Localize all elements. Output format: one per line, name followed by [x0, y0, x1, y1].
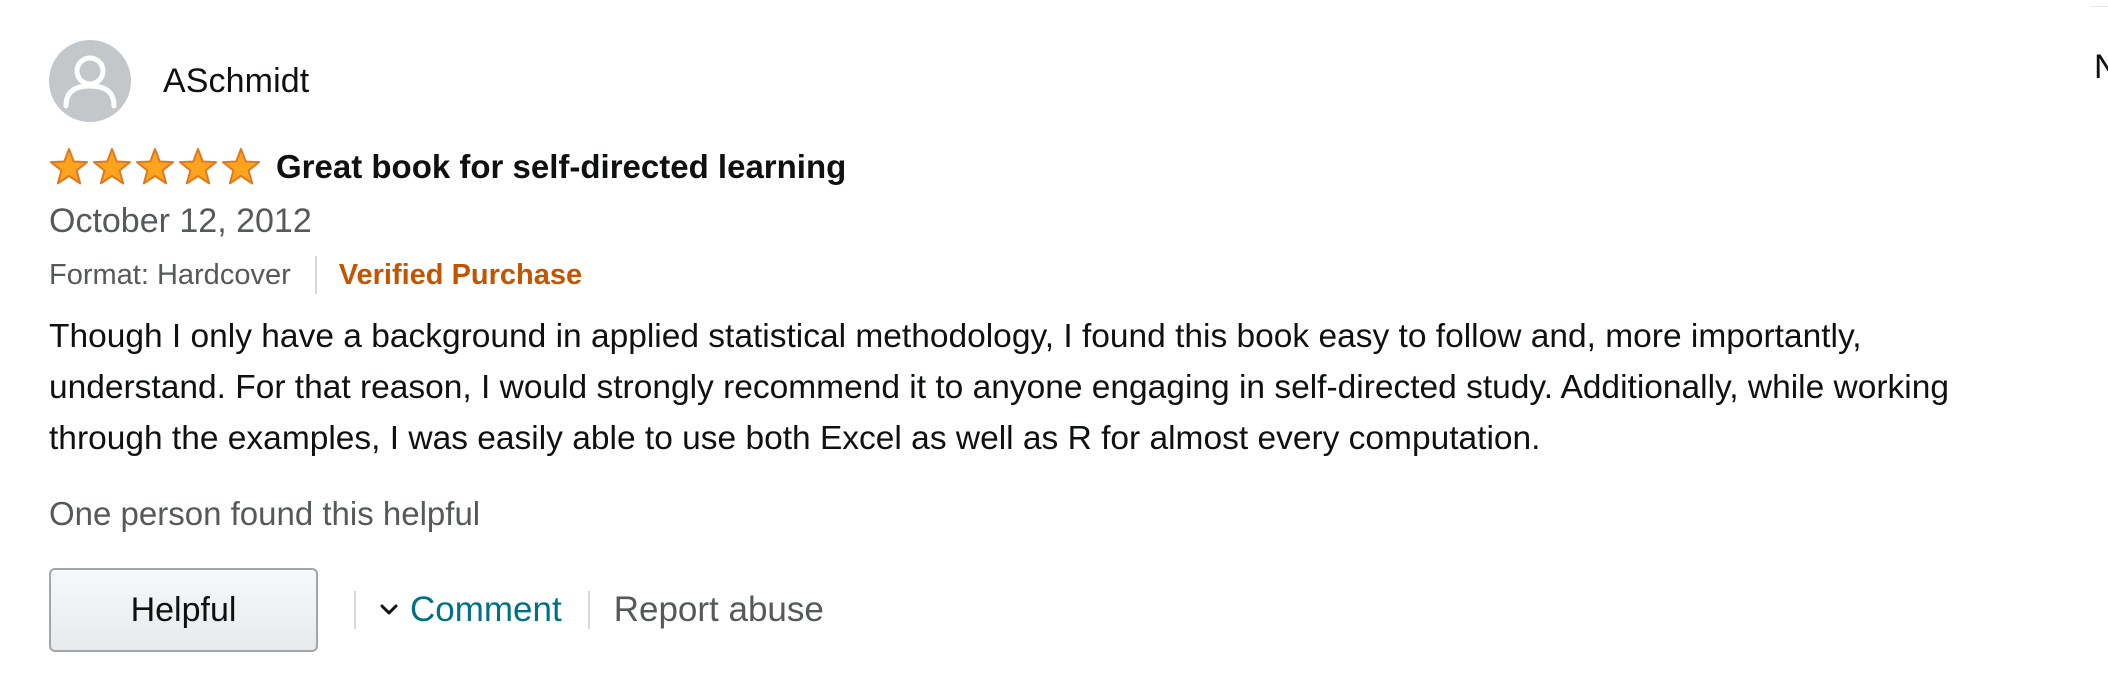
- star-icon: [92, 148, 132, 185]
- truncated-edge-text: N: [2094, 48, 2108, 86]
- star-icon: [49, 148, 89, 185]
- reviewer-profile[interactable]: ASchmidt: [49, 40, 2039, 122]
- star-icon: [178, 148, 218, 185]
- comment-link[interactable]: Comment: [380, 590, 562, 630]
- chevron-down-icon: [380, 604, 398, 615]
- report-abuse-link[interactable]: Report abuse: [614, 590, 824, 630]
- review-body: Though I only have a background in appli…: [49, 318, 1949, 457]
- avatar[interactable]: [49, 40, 131, 122]
- review-card: ASchmidt Great book for self-directed le…: [49, 40, 2039, 652]
- star-icon: [135, 148, 175, 185]
- helpful-count: One person found this helpful: [49, 495, 481, 532]
- action-divider: [587, 591, 590, 629]
- review-title[interactable]: Great book for self-directed learning: [276, 148, 846, 186]
- review-actions: Helpful Comment Report abuse: [49, 568, 2039, 652]
- comment-label[interactable]: Comment: [410, 590, 562, 630]
- star-icon: [221, 148, 261, 185]
- person-icon: [63, 55, 117, 109]
- meta-divider: [314, 256, 317, 294]
- star-rating[interactable]: [48, 147, 262, 187]
- format-label[interactable]: Format: Hardcover: [49, 259, 291, 292]
- action-divider: [354, 591, 356, 629]
- verified-purchase-badge: Verified Purchase: [338, 258, 583, 291]
- review-meta: Format: Hardcover Verified Purchase: [49, 253, 2039, 297]
- reviewer-name[interactable]: ASchmidt: [163, 62, 309, 101]
- edge-divider: [2090, 6, 2108, 7]
- review-date: October 12, 2012: [49, 202, 312, 240]
- review-title-row: Great book for self-directed learning: [49, 143, 2039, 191]
- helpful-button[interactable]: Helpful: [49, 568, 318, 652]
